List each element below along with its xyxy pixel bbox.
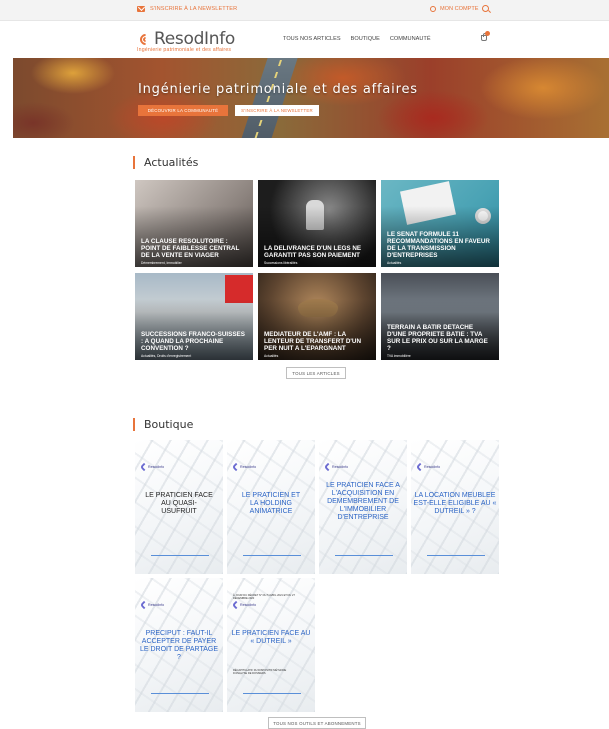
article-title: TERRAIN A BATIR DETACHE D'UNE PROPRIETE … [387, 324, 488, 352]
article-title: MEDIATEUR DE L'AMF : LA LENTEUR DE TRANS… [264, 331, 361, 352]
discover-community-button[interactable]: DÉCOUVRIR LA COMMUNAUTÉ [138, 105, 228, 116]
product-top-note: À JOUR DU DÉCRET N° DU 5 AVRIL 2021 ET D… [233, 594, 295, 600]
article-card[interactable]: LE SENAT FORMULE 11 RECOMMANDATIONS EN F… [381, 180, 499, 267]
product-title: PRECIPUT : FAUT-IL ACCEPTER DE PAYER LE … [139, 630, 219, 661]
cart-badge [485, 31, 490, 36]
newsletter-signup-button[interactable]: S'INSCRIRE À LA NEWSLETTER [235, 105, 319, 116]
hero-title: Ingénierie patrimoniale et des affaires [138, 82, 418, 97]
hero-road-image [235, 58, 301, 138]
user-icon [430, 6, 436, 12]
article-title: LE SENAT FORMULE 11 RECOMMANDATIONS EN F… [387, 231, 490, 259]
logo-name: ResodInfo [154, 29, 236, 49]
nav-item-articles[interactable]: TOUS NOS ARTICLES [283, 36, 341, 42]
site-header: ResodInfo Ingénierie patrimoniale et des… [0, 22, 609, 58]
article-title: LA DELIVRANCE D'UN LEGS NE GARANTIT PAS … [264, 245, 362, 259]
nav-item-community[interactable]: COMMUNAUTÉ [390, 36, 431, 42]
account-label: MON COMPTE [440, 6, 479, 12]
product-title: LE PRATICIEN FACE AU « DUTREIL » [231, 630, 311, 645]
search-icon[interactable] [482, 5, 489, 12]
article-card[interactable]: LA CLAUSE RESOLUTOIRE : POINT DE FAIBLES… [135, 180, 253, 267]
envelope-icon [137, 6, 145, 12]
product-divider [243, 693, 301, 694]
product-card[interactable]: Resodinfo LE PRATICIEN FACE AU QUASI-USU… [135, 440, 223, 574]
wifi-logo-icon [137, 31, 154, 48]
product-title: LA LOCATION MEUBLEE EST-ELLE ELIGIBLE AU… [413, 492, 497, 515]
product-logo: Resodinfo [233, 602, 256, 608]
article-tag: TVA immobilière [387, 354, 411, 358]
product-bottom-note: RÉCAPITULATIF DU DISPOSITIF MÉTHODE D'AN… [233, 669, 287, 675]
product-card[interactable]: À JOUR DU DÉCRET N° DU 5 AVRIL 2021 ET D… [227, 578, 315, 712]
news-section-title: Actualités [133, 156, 198, 169]
product-divider [151, 555, 209, 556]
product-logo: Resodinfo [325, 464, 348, 470]
article-title: SUCCESSIONS FRANCO-SUISSES : A QUAND LA … [141, 331, 245, 352]
newsletter-link[interactable]: S'INSCRIRE À LA NEWSLETTER [137, 6, 237, 12]
hero-banner: Ingénierie patrimoniale et des affaires … [13, 58, 609, 138]
newsletter-label: S'INSCRIRE À LA NEWSLETTER [150, 6, 238, 12]
shop-section-title: Boutique [133, 418, 193, 431]
product-logo: Resodinfo [141, 464, 164, 470]
product-card[interactable]: Resodinfo PRECIPUT : FAUT-IL ACCEPTER DE… [135, 578, 223, 712]
article-tag: Actualités, Droits d'enregistrement [141, 354, 192, 358]
product-card[interactable]: Resodinfo LE PRATICIEN FACE A L'ACQUISIT… [319, 440, 407, 574]
nav-item-shop[interactable]: BOUTIQUE [351, 36, 380, 42]
article-card[interactable]: SUCCESSIONS FRANCO-SUISSES : A QUAND LA … [135, 273, 253, 360]
articles-grid: LA CLAUSE RESOLUTOIRE : POINT DE FAIBLES… [135, 180, 500, 360]
product-divider [243, 555, 301, 556]
product-divider [427, 555, 485, 556]
product-title: LE PRATICIEN FACE A L'ACQUISITION EN DEM… [326, 482, 400, 521]
logo[interactable]: ResodInfo [137, 29, 235, 49]
product-title: LE PRATICIEN ET LA HOLDING ANIMATRICE [241, 492, 301, 515]
article-card[interactable]: LA DELIVRANCE D'UN LEGS NE GARANTIT PAS … [258, 180, 376, 267]
product-logo: Resodinfo [417, 464, 440, 470]
all-articles-button[interactable]: TOUS LES ARTICLES [286, 367, 346, 379]
article-tag: Démembrement, Immobilier [141, 261, 182, 265]
all-tools-button[interactable]: TOUS NOS OUTILS ET ABONNEMENTS [268, 717, 366, 729]
article-tag: Successions libéralités [264, 261, 298, 265]
product-card[interactable]: Resodinfo LA LOCATION MEUBLEE EST-ELLE E… [411, 440, 499, 574]
product-card[interactable]: Resodinfo LE PRATICIEN ET LA HOLDING ANI… [227, 440, 315, 574]
product-logo: Resodinfo [141, 602, 164, 608]
main-nav: TOUS NOS ARTICLES BOUTIQUE COMMUNAUTÉ [283, 36, 431, 42]
logo-tagline: Ingénierie patrimoniale et des affaires [137, 47, 232, 53]
account-link[interactable]: MON COMPTE [430, 6, 479, 12]
product-logo: Resodinfo [233, 464, 256, 470]
article-tag: Actualités [264, 354, 279, 358]
article-title: LA CLAUSE RESOLUTOIRE : POINT DE FAIBLES… [141, 238, 240, 259]
product-divider [151, 693, 209, 694]
product-divider [335, 555, 393, 556]
top-bar: S'INSCRIRE À LA NEWSLETTER MON COMPTE [0, 0, 609, 21]
article-card[interactable]: TERRAIN A BATIR DETACHE D'UNE PROPRIETE … [381, 273, 499, 360]
article-card[interactable]: MEDIATEUR DE L'AMF : LA LENTEUR DE TRANS… [258, 273, 376, 360]
article-tag: Actualités [387, 261, 402, 265]
product-title: LE PRATICIEN FACE AU QUASI-USUFRUIT [145, 492, 213, 515]
